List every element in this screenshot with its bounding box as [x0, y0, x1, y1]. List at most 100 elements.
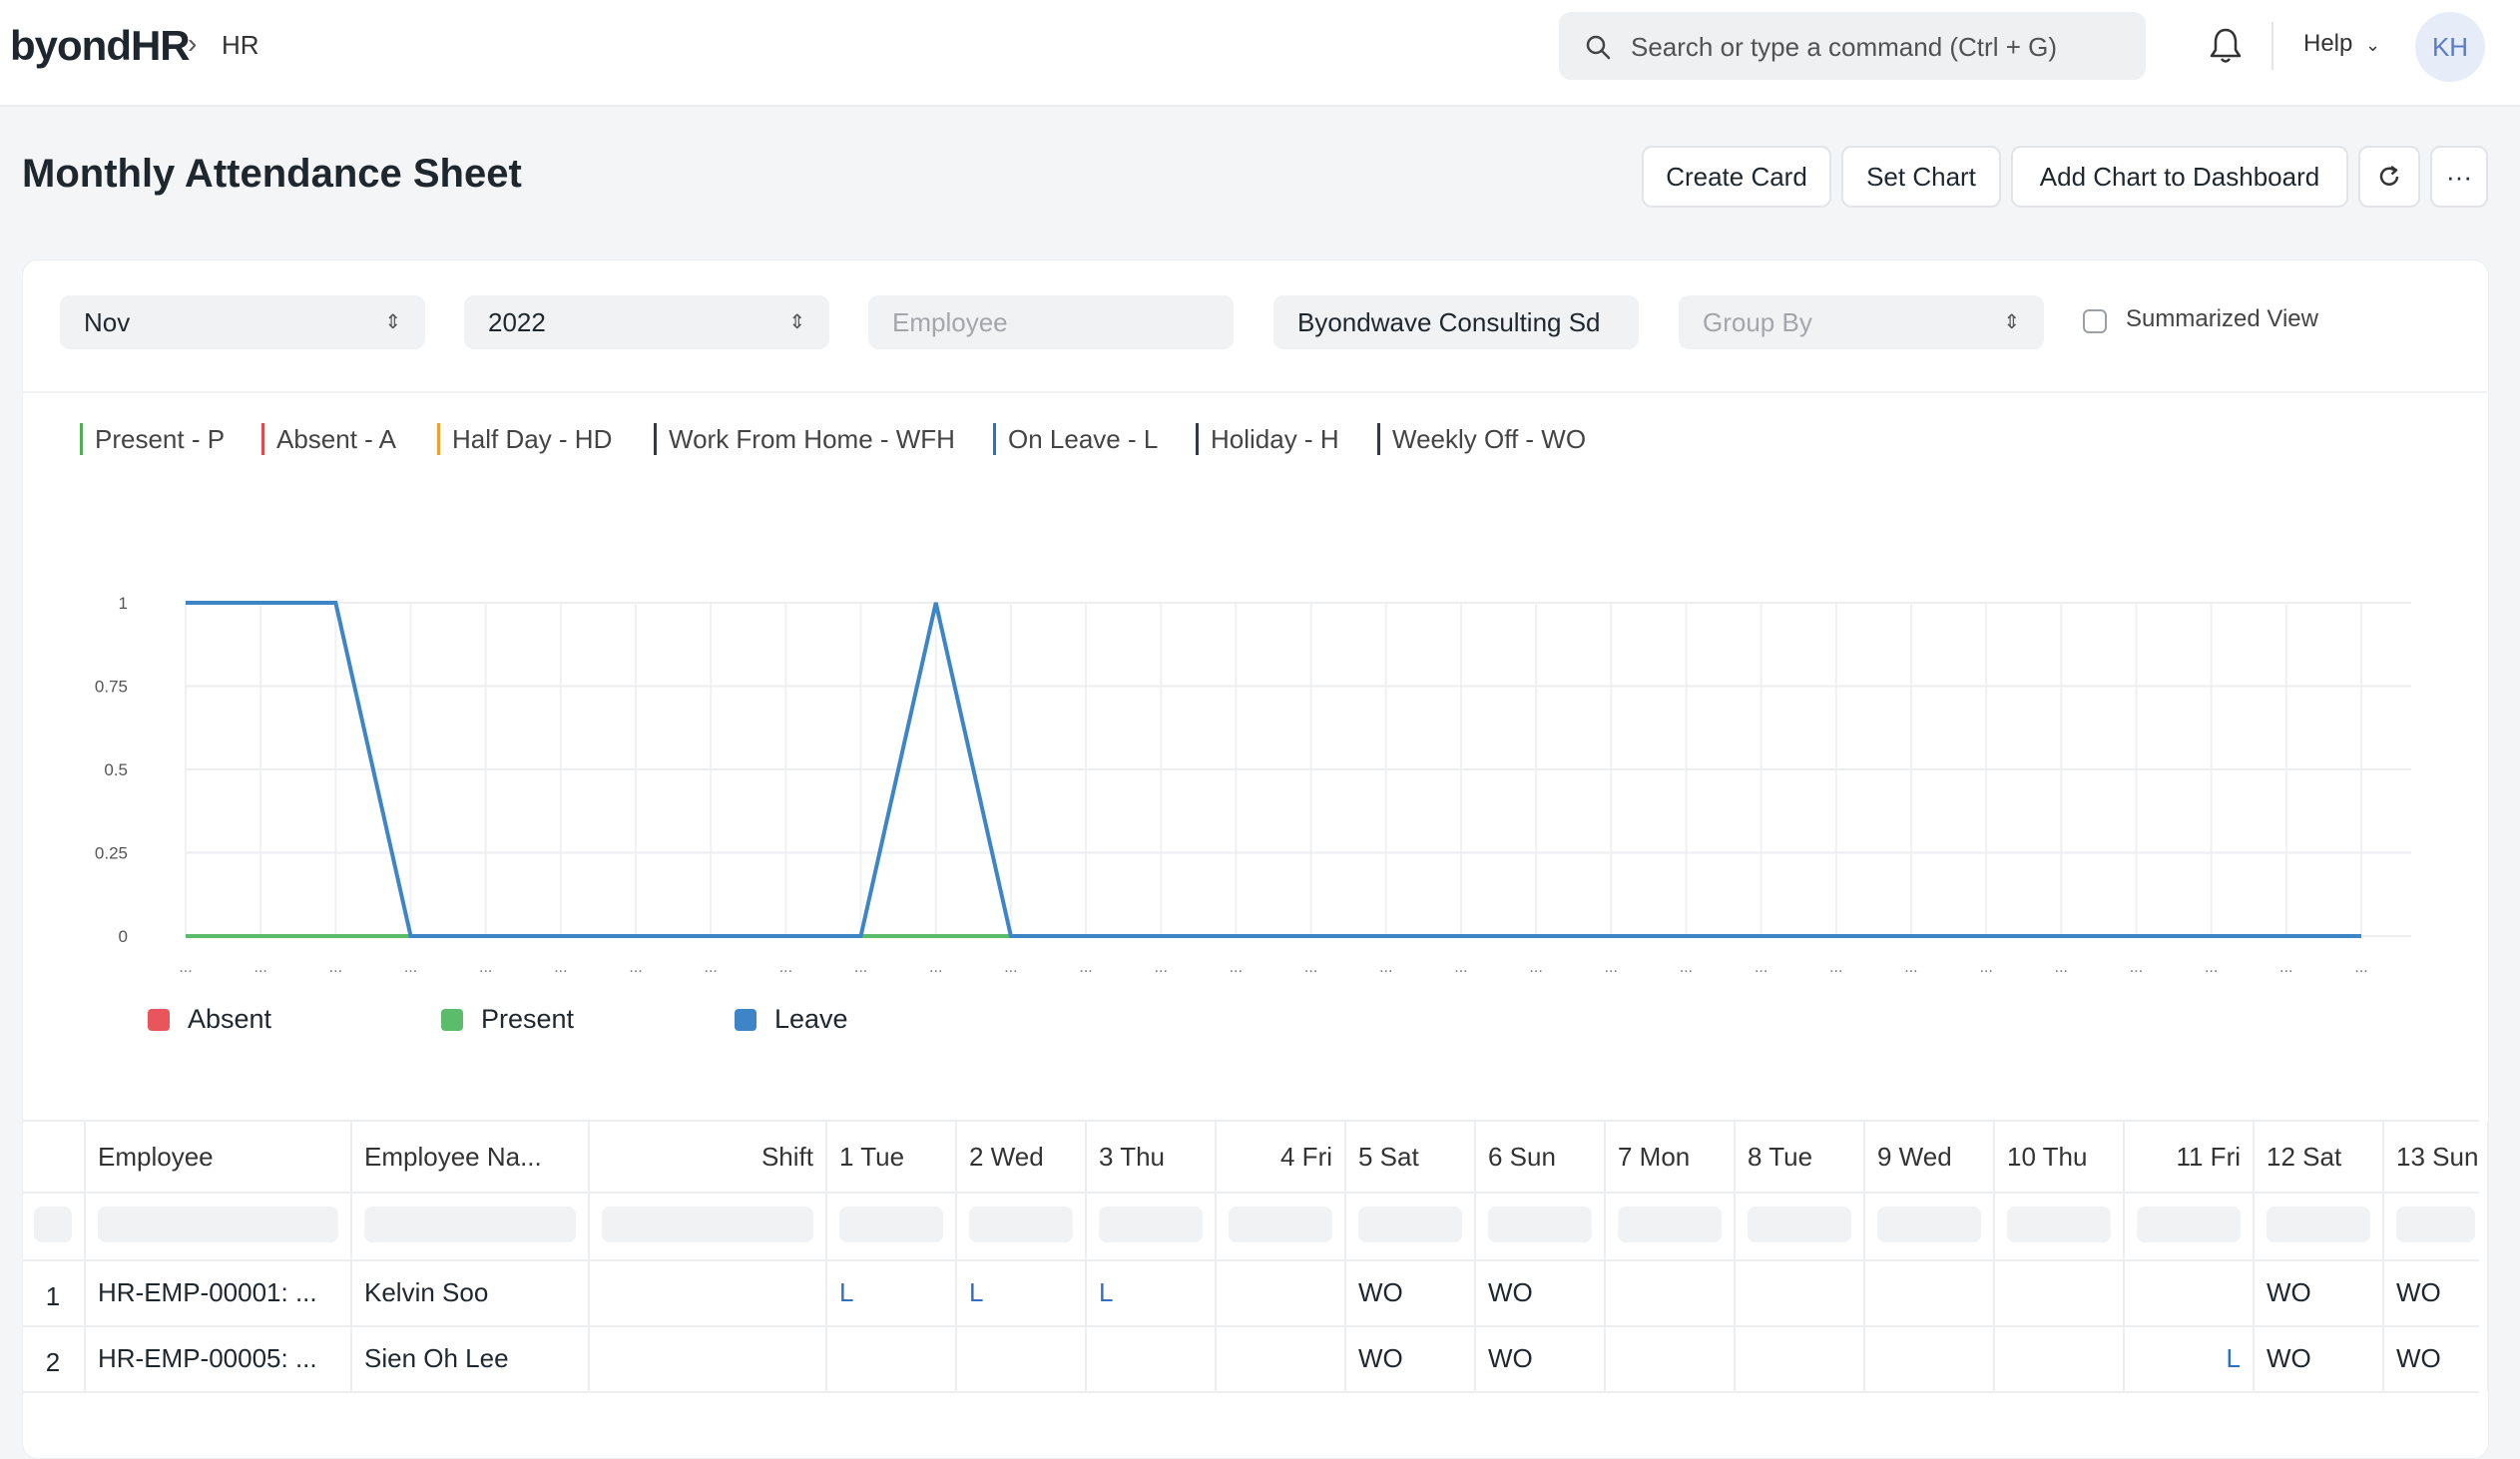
column-header[interactable]: 12 Sat	[2255, 1122, 2384, 1192]
column-filter-input[interactable]	[364, 1207, 576, 1242]
column-header[interactable]: 1 Tue	[827, 1122, 957, 1192]
column-filter-input[interactable]	[1358, 1207, 1462, 1242]
table-cell[interactable]	[1736, 1259, 1865, 1325]
user-avatar[interactable]: KH	[2415, 12, 2485, 82]
x-tick-label: ...	[2130, 959, 2143, 976]
column-header[interactable]: Shift	[590, 1122, 827, 1192]
column-filter-input[interactable]	[1229, 1207, 1332, 1242]
refresh-icon	[2379, 165, 2399, 186]
help-menu[interactable]: Help ⌄	[2303, 30, 2380, 58]
table-cell[interactable]: WO	[1476, 1325, 1606, 1391]
table-cell[interactable]	[1736, 1325, 1865, 1391]
status-legend-item: On Leave - L	[993, 423, 1158, 455]
month-select[interactable]: Nov ⇕	[60, 295, 425, 349]
column-header[interactable]: 2 Wed	[957, 1122, 1087, 1192]
table-cell[interactable]: Sien Oh Lee	[352, 1325, 590, 1391]
column-header[interactable]: 10 Thu	[1995, 1122, 2125, 1192]
column-filter-input[interactable]	[1618, 1207, 1722, 1242]
table-cell[interactable]	[1217, 1325, 1346, 1391]
column-filter-cell	[2125, 1190, 2255, 1259]
table-cell[interactable]: HR-EMP-00005: ...	[86, 1325, 352, 1391]
table-cell[interactable]	[957, 1325, 1087, 1391]
column-header[interactable]: Employee	[86, 1122, 352, 1192]
breadcrumb-hr[interactable]: HR	[222, 30, 259, 61]
more-actions-button[interactable]: ···	[2430, 146, 2488, 208]
column-filter-input[interactable]	[1099, 1207, 1203, 1242]
table-cell[interactable]	[1995, 1259, 2125, 1325]
table-cell[interactable]	[1865, 1259, 1995, 1325]
column-header[interactable]: 5 Sat	[1346, 1122, 1476, 1192]
summarized-view-checkbox[interactable]	[2083, 309, 2107, 333]
column-filter-input[interactable]	[1877, 1207, 1981, 1242]
column-header[interactable]: 7 Mon	[1606, 1122, 1736, 1192]
table-cell[interactable]: HR-EMP-00001: ...	[86, 1259, 352, 1325]
column-filter-input[interactable]	[34, 1207, 72, 1242]
table-row: 1 HR-EMP-00001: ... Kelvin Soo L L L WO WO WO WO	[22, 1259, 2489, 1327]
table-cell[interactable]	[1606, 1259, 1736, 1325]
column-filter-input[interactable]	[2007, 1207, 2111, 1242]
table-cell[interactable]: L	[1087, 1259, 1217, 1325]
chart-legend-item-absent[interactable]: Absent	[148, 1004, 271, 1035]
brand-logo[interactable]: byondHR	[10, 22, 191, 70]
table-cell[interactable]	[1995, 1325, 2125, 1391]
search-bar[interactable]	[1559, 12, 2146, 80]
column-filter-input[interactable]	[969, 1207, 1073, 1242]
set-chart-button[interactable]: Set Chart	[1841, 146, 2001, 208]
table-cell[interactable]: WO	[2384, 1325, 2489, 1391]
column-filter-cell	[1736, 1190, 1865, 1259]
table-cell[interactable]	[1087, 1325, 1217, 1391]
year-select[interactable]: 2022 ⇕	[464, 295, 829, 349]
table-cell[interactable]	[590, 1259, 827, 1325]
table-cell[interactable]: Kelvin Soo	[352, 1259, 590, 1325]
column-header[interactable]: 9 Wed	[1865, 1122, 1995, 1192]
search-icon	[1586, 35, 1611, 60]
table-cell[interactable]	[2125, 1259, 2255, 1325]
create-card-button[interactable]: Create Card	[1642, 146, 1831, 208]
column-header[interactable]: 6 Sun	[1476, 1122, 1606, 1192]
column-filter-input[interactable]	[2396, 1207, 2475, 1242]
column-header[interactable]: Employee Na...	[352, 1122, 590, 1192]
column-header[interactable]: 3 Thu	[1087, 1122, 1217, 1192]
column-filter-input[interactable]	[1748, 1207, 1851, 1242]
table-cell[interactable]: WO	[1476, 1259, 1606, 1325]
table-cell[interactable]	[1865, 1325, 1995, 1391]
x-tick-label: ...	[1605, 959, 1618, 976]
column-filter-cell	[1865, 1190, 1995, 1259]
table-cell[interactable]: L	[957, 1259, 1087, 1325]
table-cell[interactable]	[827, 1325, 957, 1391]
column-filter-input[interactable]	[2267, 1207, 2370, 1242]
column-filter-cell	[352, 1190, 590, 1259]
employee-field[interactable]: Employee	[868, 295, 1234, 349]
column-filter-input[interactable]	[98, 1207, 338, 1242]
column-filter-input[interactable]	[602, 1207, 813, 1242]
chart-legend-item-leave[interactable]: Leave	[735, 1004, 848, 1035]
refresh-button[interactable]	[2358, 146, 2420, 208]
table-cell[interactable]	[1606, 1325, 1736, 1391]
column-header[interactable]: 4 Fri	[1217, 1122, 1346, 1192]
table-cell[interactable]: WO	[2255, 1325, 2384, 1391]
add-chart-to-dashboard-button[interactable]: Add Chart to Dashboard	[2011, 146, 2348, 208]
table-cell[interactable]: WO	[2384, 1259, 2489, 1325]
column-header[interactable]: 13 Sun	[2384, 1122, 2489, 1192]
search-input[interactable]	[1629, 24, 2132, 70]
column-filter-input[interactable]	[1488, 1207, 1592, 1242]
company-field[interactable]: Byondwave Consulting Sd	[1273, 295, 1639, 349]
x-tick-label: ...	[2279, 959, 2292, 976]
column-header[interactable]: 11 Fri	[2125, 1122, 2255, 1192]
table-header-row: Employee Employee Na... Shift 1 Tue 2 Wed 3 T…	[22, 1120, 2489, 1194]
column-header[interactable]: 8 Tue	[1736, 1122, 1865, 1192]
column-filter-input[interactable]	[2137, 1207, 2241, 1242]
column-filter-cell	[827, 1190, 957, 1259]
table-cell[interactable]	[590, 1325, 827, 1391]
table-cell[interactable]: WO	[2255, 1259, 2384, 1325]
table-cell[interactable]: L	[2125, 1325, 2255, 1391]
table-cell[interactable]: L	[827, 1259, 957, 1325]
column-filter-input[interactable]	[839, 1207, 943, 1242]
group-by-select[interactable]: Group By ⇕	[1679, 295, 2044, 349]
y-tick-label: 0.25	[95, 844, 128, 863]
table-cell[interactable]: WO	[1346, 1259, 1476, 1325]
notification-bell-icon[interactable]	[2208, 26, 2244, 66]
table-cell[interactable]: WO	[1346, 1325, 1476, 1391]
chart-legend-item-present[interactable]: Present	[441, 1004, 574, 1035]
table-cell[interactable]	[1217, 1259, 1346, 1325]
